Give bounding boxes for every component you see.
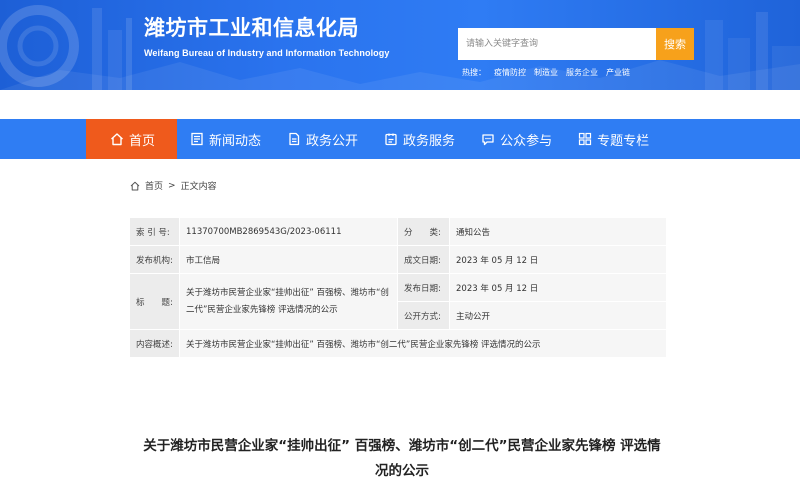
created-date-label: 成文日期: bbox=[397, 245, 450, 274]
breadcrumb-current: 正文内容 bbox=[180, 182, 217, 192]
publisher-value: 市工信局 bbox=[179, 245, 398, 274]
nav-item-special-topics[interactable]: 专题专栏 bbox=[565, 119, 662, 159]
table-row: 内容概述: 关于潍坊市民营企业家“挂帅出征” 百强榜、潍坊市“创二代”民营企业家… bbox=[129, 329, 667, 358]
hot-search-label: 热搜： bbox=[462, 68, 486, 77]
article-title: 关于潍坊市民营企业家“挂帅出征” 百强榜、潍坊市“创二代”民营企业家先锋榜 评选… bbox=[143, 438, 661, 479]
table-row: 发布机构: 市工信局 成文日期: 2023 年 05 月 12 日 bbox=[129, 245, 667, 274]
nav-label: 政务公开 bbox=[306, 133, 359, 149]
nav-label: 新闻动态 bbox=[209, 133, 262, 149]
nav-label: 公众参与 bbox=[500, 133, 553, 149]
nav-label: 首页 bbox=[129, 133, 156, 149]
disclosure-method-label: 公开方式: bbox=[397, 301, 450, 330]
document-info-table: 索 引 号: 11370700MB2869543G/2023-06111 分 类… bbox=[129, 217, 667, 358]
publisher-label: 发布机构: bbox=[129, 245, 180, 274]
hot-link-enterprise-service[interactable]: 服务企业 bbox=[566, 67, 598, 78]
index-value: 11370700MB2869543G/2023-06111 bbox=[179, 217, 398, 246]
service-icon bbox=[385, 133, 397, 146]
home-icon bbox=[130, 181, 140, 190]
published-date-label: 发布日期: bbox=[397, 273, 450, 302]
title-value: 关于潍坊市民营企业家“挂帅出征” 百强榜、潍坊市“创二代”民营企业家先锋榜 评选… bbox=[179, 273, 398, 330]
search-box: 搜索 bbox=[458, 28, 694, 60]
summary-label: 内容概述: bbox=[129, 329, 180, 358]
hot-search-row: 热搜： 疫情防控 制造业 服务企业 产业链 bbox=[462, 67, 630, 78]
nav-item-public-participation[interactable]: 公众参与 bbox=[468, 119, 565, 159]
table-row: 索 引 号: 11370700MB2869543G/2023-06111 分 类… bbox=[129, 217, 667, 246]
disclosure-method-value: 主动公开 bbox=[449, 301, 667, 330]
header-banner: 潍坊市工业和信息化局 Weifang Bureau of Industry an… bbox=[0, 0, 800, 90]
index-label: 索 引 号: bbox=[129, 217, 180, 246]
published-date-value: 2023 年 05 月 12 日 bbox=[449, 273, 667, 302]
search-input[interactable] bbox=[458, 28, 656, 60]
chat-icon bbox=[482, 134, 494, 146]
breadcrumb-home-link[interactable]: 首页 bbox=[145, 179, 163, 192]
breadcrumb-separator: > bbox=[168, 180, 176, 191]
nav-item-gov-disclosure[interactable]: 政务公开 bbox=[274, 119, 371, 159]
nav-item-gov-service[interactable]: 政务服务 bbox=[371, 119, 468, 159]
table-row: 标 题: 关于潍坊市民营企业家“挂帅出征” 百强榜、潍坊市“创二代”民营企业家先… bbox=[129, 273, 667, 330]
title-label: 标 题: bbox=[129, 273, 180, 330]
summary-value: 关于潍坊市民营企业家“挂帅出征” 百强榜、潍坊市“创二代”民营企业家先锋榜 评选… bbox=[179, 329, 667, 358]
document-icon bbox=[289, 132, 300, 146]
search-button[interactable]: 搜索 bbox=[656, 28, 694, 60]
site-title: 潍坊市工业和信息化局 bbox=[144, 16, 359, 40]
grid-icon bbox=[578, 132, 592, 146]
created-date-value: 2023 年 05 月 12 日 bbox=[449, 245, 667, 274]
nav-item-news[interactable]: 新闻动态 bbox=[177, 119, 274, 159]
main-nav: 首页 新闻动态 政务公开 政务服务 公众参与 专题专栏 bbox=[0, 119, 800, 159]
hot-link-industry-chain[interactable]: 产业链 bbox=[606, 67, 630, 78]
category-value: 通知公告 bbox=[449, 217, 667, 246]
nav-label: 政务服务 bbox=[403, 133, 456, 149]
site-subtitle: Weifang Bureau of Industry and Informati… bbox=[144, 48, 390, 58]
nav-item-home[interactable]: 首页 bbox=[86, 119, 178, 159]
breadcrumb: 首页 > 正文内容 bbox=[130, 179, 217, 192]
nav-label: 专题专栏 bbox=[597, 133, 650, 149]
news-icon bbox=[191, 132, 203, 146]
hot-link-manufacturing[interactable]: 制造业 bbox=[534, 67, 558, 78]
category-label: 分 类: bbox=[397, 217, 450, 246]
hot-link-epidemic[interactable]: 疫情防控 bbox=[494, 67, 526, 78]
home-icon bbox=[111, 133, 123, 146]
brand: 潍坊市工业和信息化局 Weifang Bureau of Industry an… bbox=[144, 12, 389, 58]
